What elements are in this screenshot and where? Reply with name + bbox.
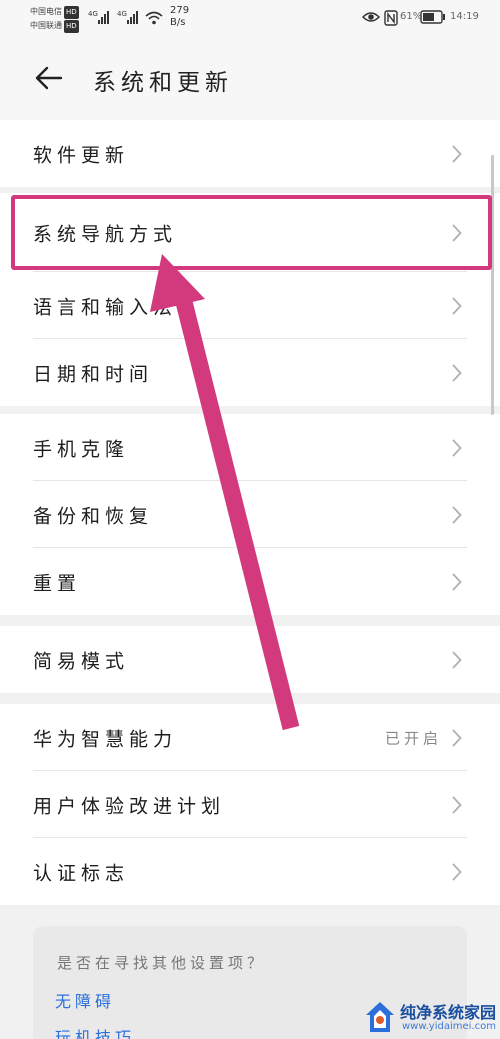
house-logo-icon xyxy=(366,1002,394,1032)
watermark-title: 纯净系统家园 xyxy=(400,1003,497,1022)
watermark-url: www.yidaimei.com xyxy=(402,1021,496,1032)
annotation-arrow xyxy=(150,254,300,731)
watermark: 纯净系统家园 www.yidaimei.com xyxy=(360,996,500,1039)
